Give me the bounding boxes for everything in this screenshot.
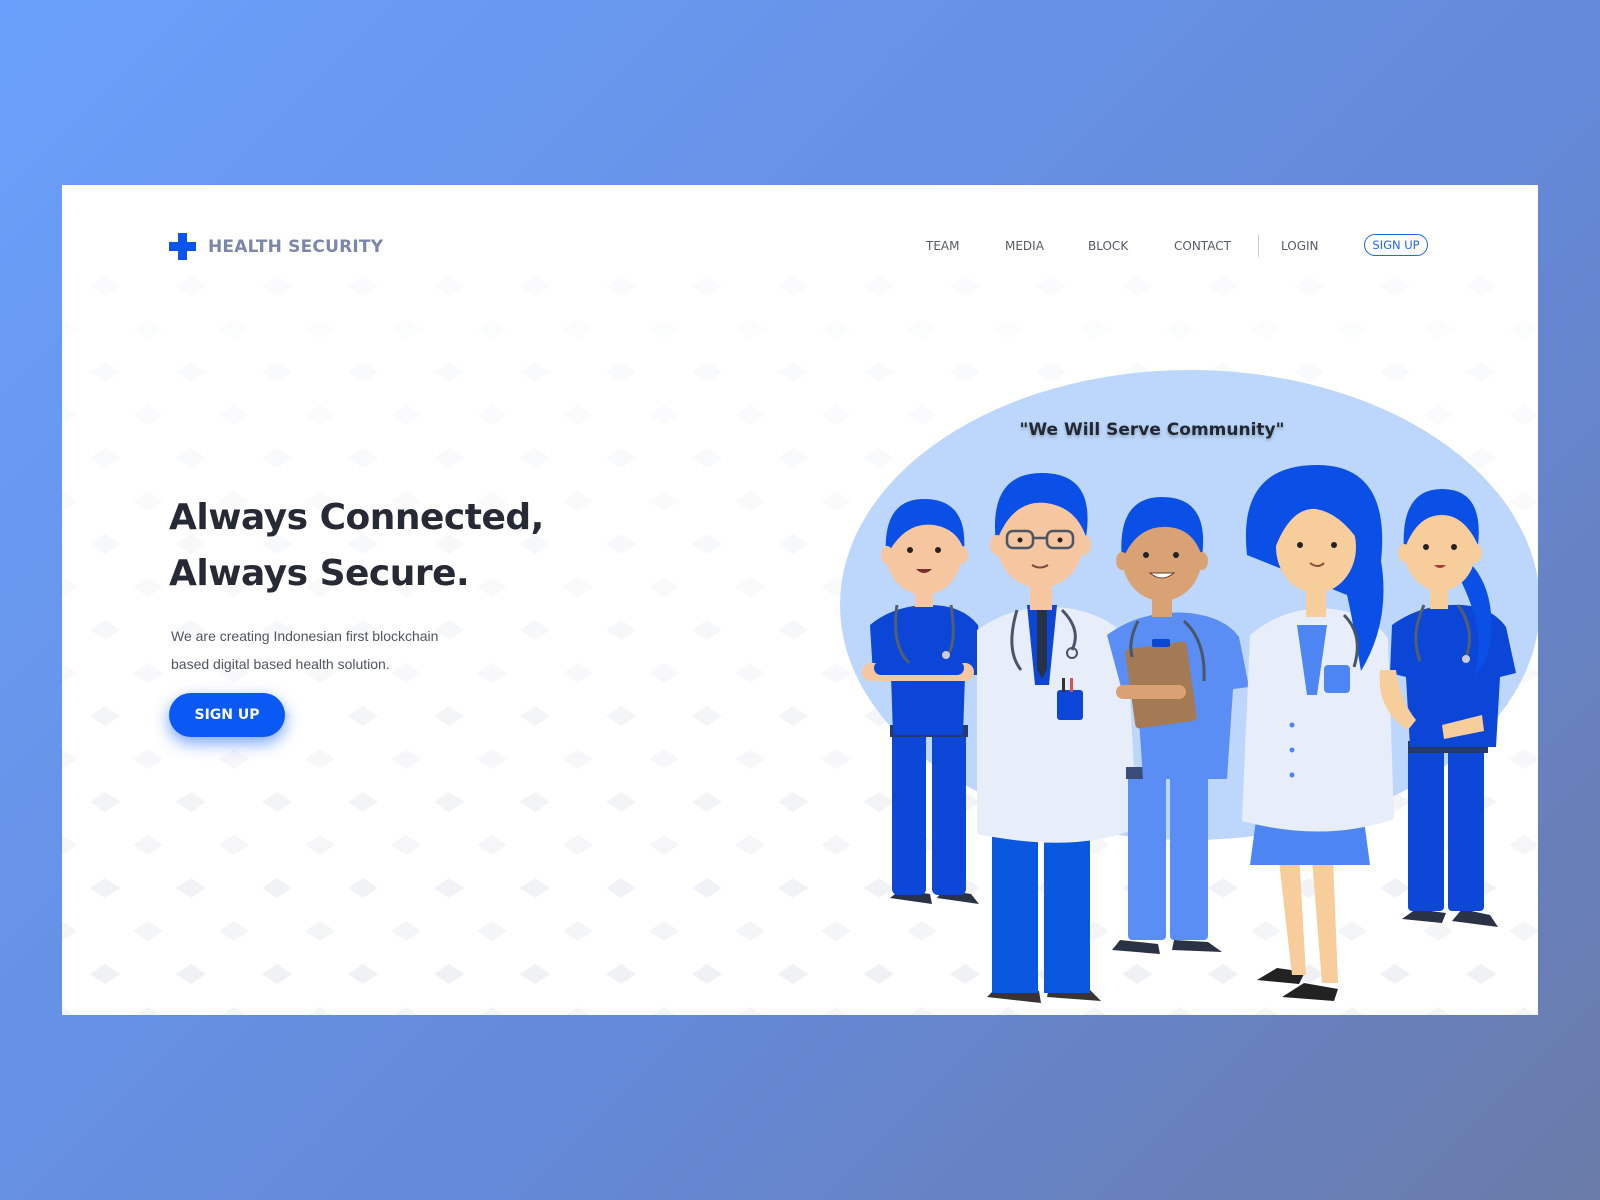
nav-item-login[interactable]: LOGIN: [1281, 239, 1319, 253]
nav-item-block[interactable]: BLOCK: [1088, 239, 1128, 253]
nav-divider: [1258, 235, 1259, 257]
community-quote: "We Will Serve Community": [1019, 420, 1285, 440]
top-navigation-bar: HEALTH SECURITY TEAM MEDIA BLOCK CONTACT…: [62, 185, 1538, 305]
hero-subtitle: We are creating Indonesian first blockch…: [171, 628, 439, 672]
nav-signup-button[interactable]: SIGN UP: [1364, 234, 1428, 256]
nav-item-team[interactable]: TEAM: [926, 239, 959, 253]
nav-item-media[interactable]: MEDIA: [1005, 239, 1044, 253]
hero-section: Always Connected, Always Secure. We are …: [169, 490, 544, 678]
nav-item-contact[interactable]: CONTACT: [1174, 239, 1231, 253]
hero-title-line-1: Always Connected,: [169, 497, 544, 538]
hero-signup-button[interactable]: SIGN UP: [169, 693, 285, 737]
hero-title-line-2: Always Secure.: [169, 553, 470, 594]
landing-page-card: HEALTH SECURITY TEAM MEDIA BLOCK CONTACT…: [62, 185, 1538, 1015]
doctor-figure-4: [1242, 465, 1394, 1001]
hero-title: Always Connected, Always Secure.: [169, 490, 544, 602]
main-nav: TEAM MEDIA BLOCK CONTACT LOGIN SIGN UP: [62, 234, 1538, 259]
